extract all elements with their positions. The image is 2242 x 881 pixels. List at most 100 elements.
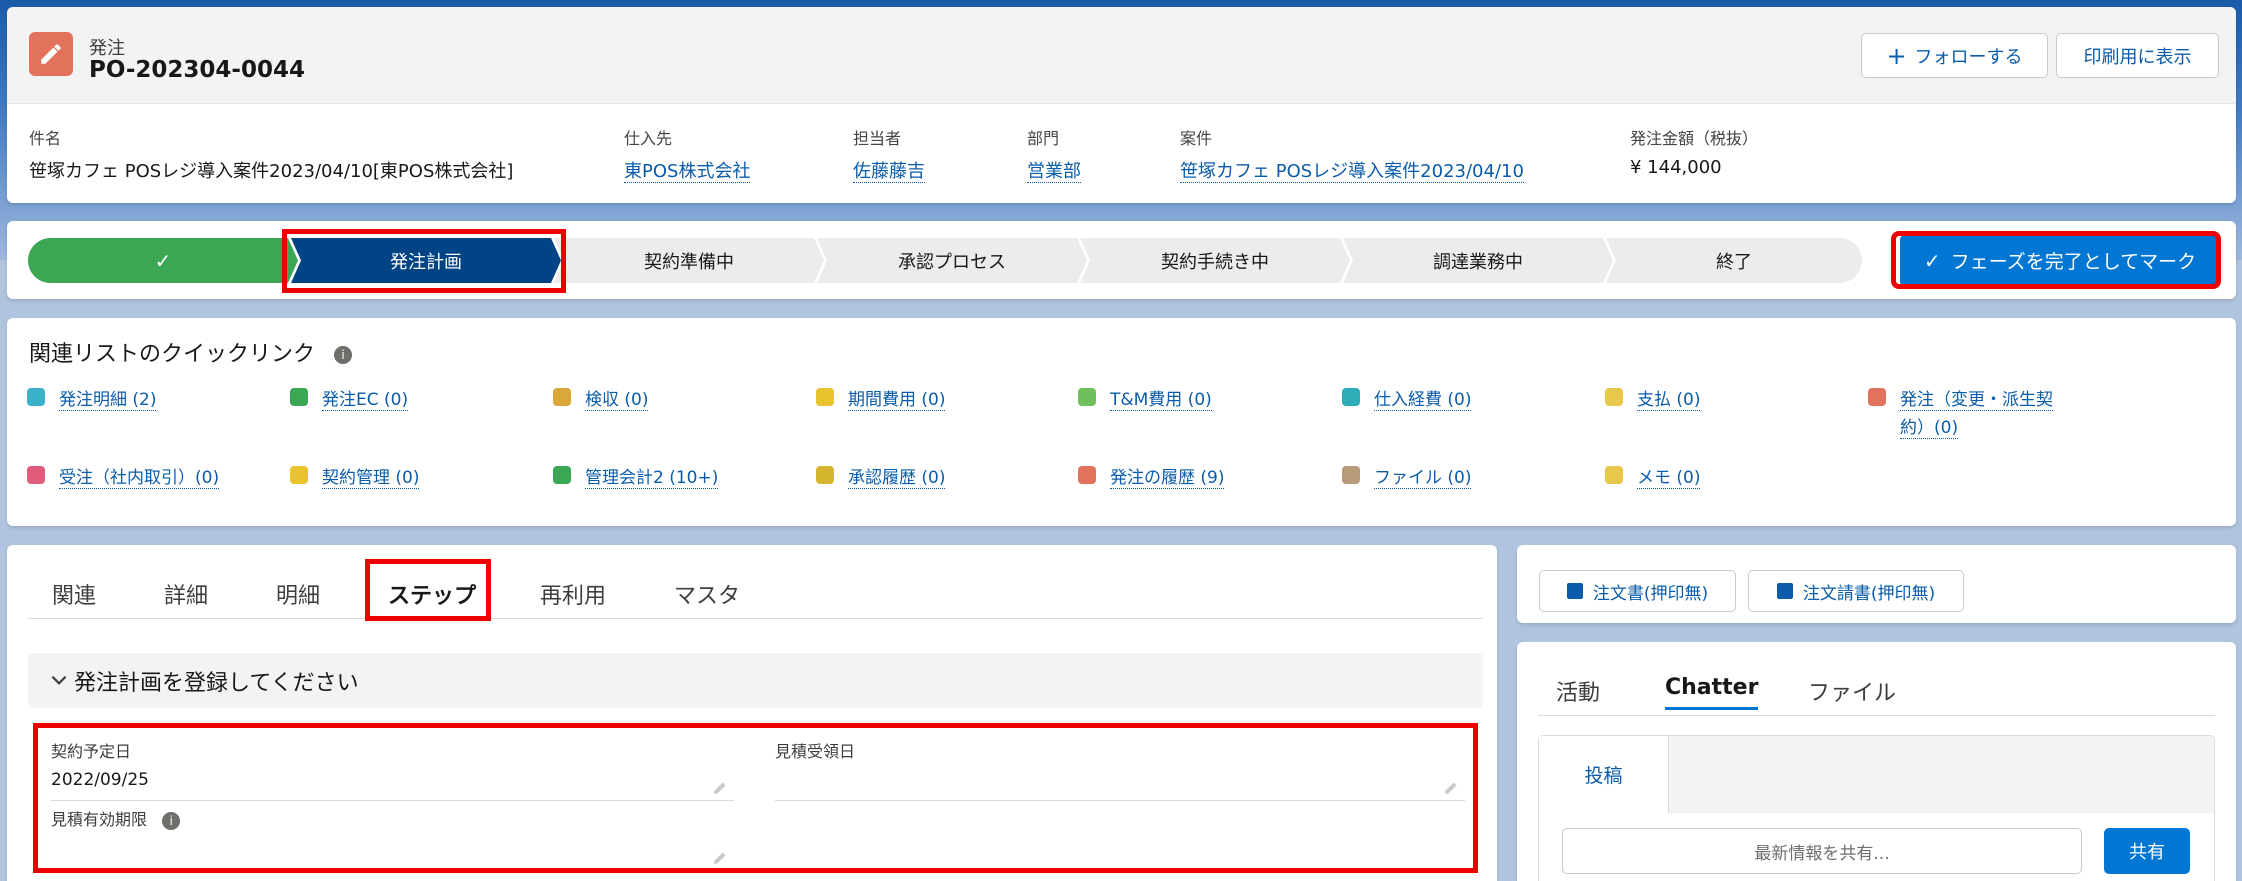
quick-link-label[interactable]: 承認履歴 (0) bbox=[848, 468, 946, 489]
quick-link[interactable]: 発注EC (0) bbox=[290, 386, 409, 414]
edit-pencil-icon[interactable] bbox=[712, 778, 730, 796]
edit-pencil-icon[interactable] bbox=[1443, 778, 1461, 796]
quick-link-label[interactable]: 発注（変更・派生契 bbox=[1900, 390, 2053, 411]
quick-link-label[interactable]: 期間費用 (0) bbox=[848, 390, 946, 411]
tab-master[interactable]: マスタ bbox=[674, 578, 740, 610]
main-tabset: 関連 詳細 明細 ステップ 再利用 マスタ bbox=[28, 545, 1483, 619]
field-amount-label: 発注金額（税抜） bbox=[1630, 129, 1759, 148]
field-quote-received-value bbox=[775, 770, 1465, 792]
purchase-order-pdf-button[interactable]: 注文書(押印無) bbox=[1539, 570, 1736, 612]
tab-steps[interactable]: ステップ bbox=[388, 578, 476, 610]
path-step[interactable]: 契約手続き中 bbox=[1080, 238, 1350, 283]
supplier-link[interactable]: 東POS株式会社 bbox=[624, 161, 751, 183]
quick-link-label[interactable]: 支払 (0) bbox=[1637, 390, 1701, 411]
section-title: 発注計画を登録してください bbox=[74, 670, 359, 696]
share-button[interactable]: 共有 bbox=[2104, 828, 2190, 874]
tab-related[interactable]: 関連 bbox=[52, 578, 96, 610]
post-tab[interactable]: 投稿 bbox=[1539, 736, 1669, 813]
field-amount: 発注金額（税抜） ¥ 144,000 bbox=[1630, 125, 1758, 178]
quick-link[interactable]: 発注明細 (2) bbox=[27, 386, 157, 414]
document-actions-panel: 注文書(押印無) 注文請書(押印無) bbox=[1517, 545, 2236, 623]
tab-reuse[interactable]: 再利用 bbox=[540, 578, 606, 610]
related-list-icon bbox=[816, 466, 834, 484]
quick-link[interactable]: T&M費用 (0) bbox=[1078, 386, 1212, 414]
quick-link[interactable]: 仕入経費 (0) bbox=[1342, 386, 1472, 414]
quick-link[interactable]: 承認履歴 (0) bbox=[816, 464, 946, 492]
quick-link[interactable]: 発注の履歴 (9) bbox=[1078, 464, 1225, 492]
quick-link[interactable]: 管理会計2 (10+) bbox=[553, 464, 719, 492]
activity-tabset: 活動 Chatter ファイル bbox=[1538, 642, 2215, 716]
quick-link[interactable]: 発注（変更・派生契 約）(0) bbox=[1868, 386, 2053, 442]
department-link[interactable]: 営業部 bbox=[1027, 161, 1081, 183]
quick-link-label[interactable]: ファイル (0) bbox=[1374, 468, 1472, 489]
field-supplier: 仕入先 東POS株式会社 bbox=[624, 125, 751, 183]
chevron-down-icon bbox=[51, 675, 67, 685]
quick-link[interactable]: 契約管理 (0) bbox=[290, 464, 420, 492]
mark-complete-button[interactable]: ✓ フェーズを完了としてマーク bbox=[1900, 234, 2220, 287]
section-header[interactable]: 発注計画を登録してください bbox=[28, 653, 1483, 708]
quick-link[interactable]: 受注（社内取引）(0) bbox=[27, 464, 220, 492]
quick-link-label[interactable]: T&M費用 (0) bbox=[1110, 390, 1212, 411]
quick-link[interactable]: 期間費用 (0) bbox=[816, 386, 946, 414]
printable-view-button[interactable]: 印刷用に表示 bbox=[2056, 33, 2219, 78]
info-icon: i bbox=[162, 811, 181, 830]
tab-details[interactable]: 詳細 bbox=[164, 578, 208, 610]
quick-link[interactable]: 支払 (0) bbox=[1605, 386, 1701, 414]
field-contract-date[interactable]: 契約予定日 2022/09/25 bbox=[51, 738, 734, 801]
related-list-icon bbox=[290, 388, 308, 406]
quick-link[interactable]: メモ (0) bbox=[1605, 464, 1701, 492]
quick-link-label[interactable]: 発注明細 (2) bbox=[59, 390, 157, 411]
field-contract-date-label: 契約予定日 bbox=[51, 742, 132, 761]
quick-link[interactable]: 検収 (0) bbox=[553, 386, 649, 414]
quick-link-label[interactable]: 発注の履歴 (9) bbox=[1110, 468, 1225, 489]
quick-link-label[interactable]: 発注EC (0) bbox=[322, 390, 409, 411]
follow-button[interactable]: + フォローする bbox=[1861, 33, 2048, 78]
activity-panel: 活動 Chatter ファイル 投稿 最新情報を共有... 共有 bbox=[1517, 642, 2236, 881]
post-input[interactable]: 最新情報を共有... bbox=[1562, 828, 2082, 874]
field-owner: 担当者 佐藤藤吉 bbox=[853, 125, 925, 183]
path-step[interactable]: 終了 bbox=[1606, 238, 1862, 283]
quick-link-label[interactable]: 契約管理 (0) bbox=[322, 468, 420, 489]
quick-link-label[interactable]: メモ (0) bbox=[1637, 468, 1701, 489]
field-owner-label: 担当者 bbox=[853, 129, 902, 148]
checkmark-icon: ✓ bbox=[1923, 248, 1941, 273]
field-subject-value: 笹塚カフェ POSレジ導入案件2023/04/10[東POS株式会社] bbox=[29, 161, 514, 182]
related-list-icon bbox=[290, 466, 308, 484]
chatter-publisher: 投稿 最新情報を共有... 共有 bbox=[1538, 735, 2215, 881]
tab-chatter[interactable]: Chatter bbox=[1665, 675, 1759, 710]
field-quote-received-date[interactable]: 見積受領日 bbox=[775, 738, 1465, 801]
related-list-icon bbox=[1605, 466, 1623, 484]
related-list-icon bbox=[27, 388, 45, 406]
order-acknowledgment-pdf-button[interactable]: 注文請書(押印無) bbox=[1748, 570, 1964, 612]
publisher-body: 最新情報を共有... 共有 bbox=[1539, 813, 2214, 881]
quick-link-label-continued[interactable]: 約）(0) bbox=[1900, 418, 1959, 439]
checkmark-icon: ✓ bbox=[154, 248, 172, 273]
plus-icon: + bbox=[1886, 41, 1907, 70]
path-step-current[interactable]: 発注計画 bbox=[291, 238, 561, 283]
field-quote-expiry[interactable]: 見積有効期限 i bbox=[51, 806, 734, 864]
tab-line-items[interactable]: 明細 bbox=[276, 578, 320, 610]
path-step[interactable]: 調達業務中 bbox=[1343, 238, 1613, 283]
owner-link[interactable]: 佐藤藤吉 bbox=[853, 161, 925, 183]
edit-pencil-icon[interactable] bbox=[712, 848, 730, 866]
field-subject: 件名 笹塚カフェ POSレジ導入案件2023/04/10[東POS株式会社] bbox=[29, 125, 513, 183]
path-step-completed[interactable]: ✓ bbox=[28, 238, 298, 283]
path-step[interactable]: 契約準備中 bbox=[554, 238, 824, 283]
record-title: PO-202304-0044 bbox=[89, 57, 305, 83]
quick-link[interactable]: ファイル (0) bbox=[1342, 464, 1472, 492]
order-acknowledgment-pdf-label: 注文請書(押印無) bbox=[1802, 583, 1936, 604]
quick-link-label[interactable]: 検収 (0) bbox=[585, 390, 649, 411]
path-step[interactable]: 承認プロセス bbox=[817, 238, 1087, 283]
tab-activity[interactable]: 活動 bbox=[1556, 675, 1600, 707]
info-icon: i bbox=[334, 346, 353, 364]
mark-complete-label: フェーズを完了としてマーク bbox=[1950, 251, 2197, 273]
tab-files[interactable]: ファイル bbox=[1808, 675, 1896, 707]
quick-link-label[interactable]: 管理会計2 (10+) bbox=[585, 468, 719, 489]
field-quote-expiry-value bbox=[51, 838, 734, 860]
related-list-icon bbox=[553, 466, 571, 484]
quick-link-label[interactable]: 受注（社内取引）(0) bbox=[59, 468, 220, 489]
quick-link-label[interactable]: 仕入経費 (0) bbox=[1374, 390, 1472, 411]
opportunity-link[interactable]: 笹塚カフェ POSレジ導入案件2023/04/10 bbox=[1180, 161, 1524, 183]
related-list-icon bbox=[27, 466, 45, 484]
field-contract-date-value: 2022/09/25 bbox=[51, 770, 149, 790]
